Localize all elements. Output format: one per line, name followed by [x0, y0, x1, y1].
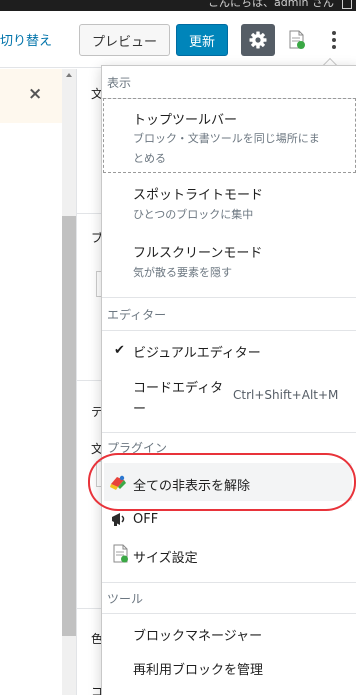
document-plugin-icon[interactable]: [288, 30, 306, 50]
divider: [76, 608, 102, 609]
checkmark-icon: ✔: [114, 343, 125, 358]
spotlight-mode-desc: ひとつのブロックに集中: [133, 208, 254, 221]
dot-icon: [332, 38, 336, 42]
document-icon: [113, 544, 128, 563]
admin-greeting: こんにちは、admin さん: [208, 0, 334, 9]
divider: [76, 380, 102, 381]
editor-screen: こんにちは、admin さん 切り替え プレビュー 更新 × 文 ブ テ 文 色…: [0, 0, 356, 695]
view-section-label: 表示: [107, 76, 132, 90]
menu-item-code-editor[interactable]: コードエディタ: [133, 377, 223, 396]
menu-item-size-settings[interactable]: サイズ設定: [133, 547, 198, 566]
scrollbar-thumb[interactable]: [62, 216, 76, 636]
code-editor-label-cont: ー: [133, 402, 147, 417]
menu-item-off[interactable]: OFF: [133, 512, 158, 527]
scroll-up-arrow-icon[interactable]: [66, 73, 72, 77]
divider: [102, 297, 356, 298]
more-options-button[interactable]: [324, 24, 344, 56]
divider: [102, 330, 356, 331]
megaphone-icon: [112, 513, 125, 526]
top-toolbar-desc: とめる: [133, 152, 166, 165]
editor-section-label: エディター: [107, 308, 167, 322]
menu-item-visual-editor[interactable]: ビジュアルエディター: [133, 342, 261, 361]
avatar[interactable]: [342, 0, 352, 9]
dot-icon: [332, 31, 336, 35]
menu-item-fullscreen-mode[interactable]: フルスクリーンモード: [133, 242, 262, 261]
top-toolbar-title: トップツールバー: [133, 113, 238, 128]
code-editor-shortcut: Ctrl+Shift+Alt+M: [233, 388, 339, 402]
divider: [102, 432, 356, 433]
divider: [76, 213, 102, 214]
tools-section-label: ツール: [107, 592, 144, 606]
menu-item-manage-reusable-blocks[interactable]: 再利用ブロックを管理: [133, 659, 263, 678]
switch-link[interactable]: 切り替え: [0, 30, 52, 49]
editor-header: 切り替え プレビュー 更新: [0, 11, 356, 68]
menu-item-block-manager[interactable]: ブロックマネージャー: [133, 625, 262, 644]
menu-item-spotlight-mode[interactable]: スポットライトモード: [133, 184, 263, 203]
top-toolbar-desc: ブロック・文書ツールを同じ場所にま: [133, 132, 320, 145]
settings-button[interactable]: [241, 24, 275, 56]
gear-icon: [249, 31, 267, 49]
dot-icon: [332, 45, 336, 49]
close-icon[interactable]: ×: [28, 84, 42, 104]
admin-bar: こんにちは、admin さん: [0, 0, 356, 11]
update-button[interactable]: 更新: [176, 24, 228, 56]
preview-button[interactable]: プレビュー: [79, 24, 170, 56]
fullscreen-mode-desc: 気が散る要素を隠す: [133, 266, 232, 279]
divider: [102, 582, 356, 583]
highlight-annotation: [88, 453, 356, 511]
divider: [102, 613, 356, 614]
